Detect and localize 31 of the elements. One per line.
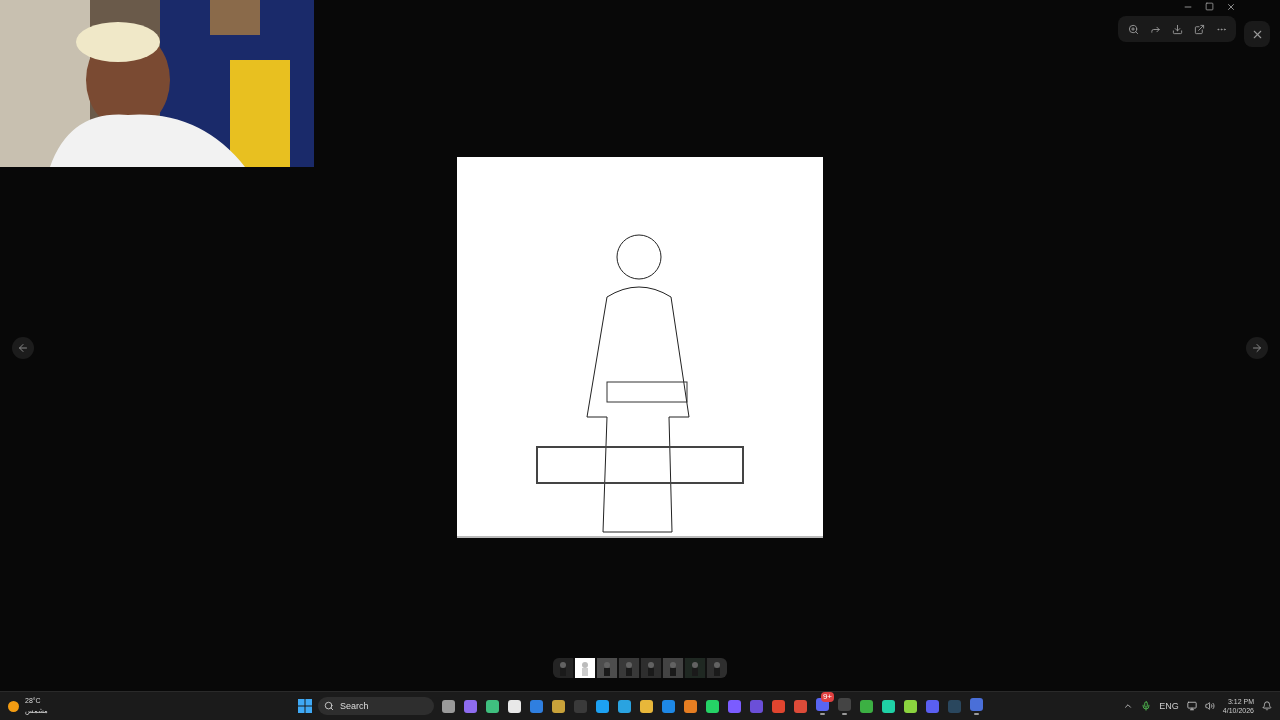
app-icon[interactable] [639, 699, 653, 713]
app-icon[interactable] [441, 699, 455, 713]
monitor-icon[interactable] [1186, 701, 1197, 711]
maximize-icon[interactable] [1205, 2, 1214, 11]
app-icon[interactable] [881, 699, 895, 713]
notification-badge: 9+ [820, 692, 834, 702]
app-icon[interactable] [551, 699, 565, 713]
app-icon[interactable] [859, 699, 873, 713]
search-bar[interactable]: Search [318, 697, 434, 715]
notification-icon[interactable] [1262, 701, 1272, 711]
arrow-right-icon[interactable] [1251, 341, 1263, 354]
language-indicator[interactable]: ENG [1159, 701, 1179, 711]
app-icon[interactable] [617, 699, 631, 713]
app-icon[interactable] [903, 699, 917, 713]
app-icon[interactable] [705, 699, 719, 713]
next-button[interactable] [1246, 336, 1268, 359]
search-field[interactable]: Search [340, 701, 410, 711]
speaker-icon[interactable] [1204, 701, 1215, 711]
previous-button[interactable] [12, 336, 34, 359]
arrow-left-icon[interactable] [17, 341, 29, 354]
microphone-icon[interactable] [1141, 701, 1152, 711]
app-icon[interactable] [507, 699, 521, 713]
chevron-up-icon[interactable] [1123, 701, 1134, 711]
windows-logo-icon[interactable] [298, 699, 312, 713]
close-button[interactable] [1244, 21, 1270, 47]
app-icon[interactable] [485, 699, 499, 713]
app-icon[interactable] [683, 699, 697, 713]
sun-icon [8, 700, 19, 712]
search-icon [324, 701, 334, 711]
close-icon[interactable] [1226, 2, 1236, 12]
app-icon[interactable] [595, 699, 609, 713]
